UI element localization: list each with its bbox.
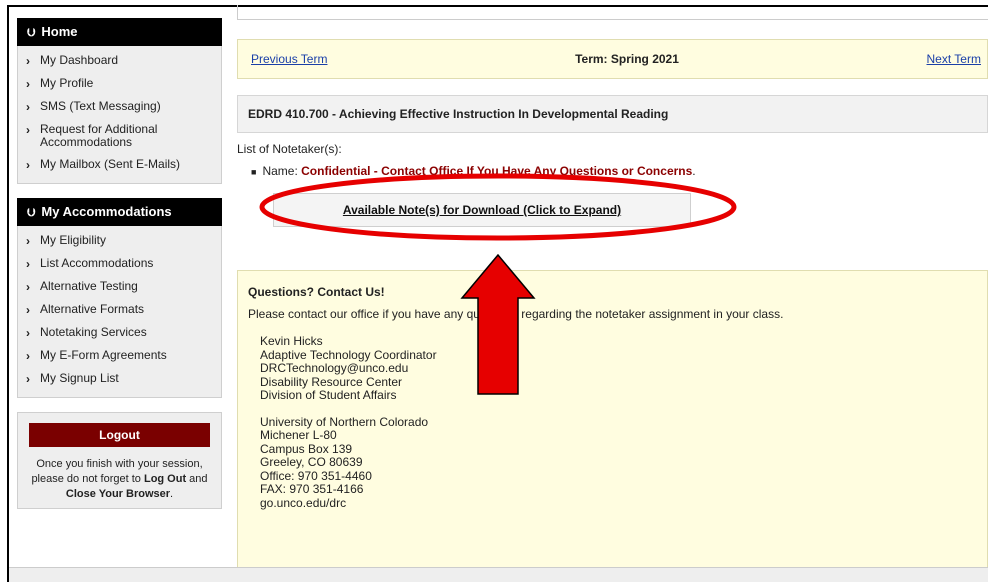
contact-intro: Please contact our office if you have an… bbox=[248, 307, 784, 321]
sidebar-item-label: Alternative Formats bbox=[40, 302, 145, 316]
home-section-list: › My Dashboard › My Profile › SMS (Text Mes… bbox=[17, 46, 222, 184]
sidebar-item-label: Request for Additional Accommodations bbox=[40, 122, 158, 149]
sidebar-item-my-profile[interactable]: › My Profile bbox=[18, 73, 221, 96]
sidebar-item-label: My Profile bbox=[40, 76, 94, 90]
sidebar-item-label: My Mailbox (Sent E-Mails) bbox=[40, 157, 181, 171]
logout-text-bold: Log Out bbox=[143, 473, 187, 485]
contact-fax: FAX: 970 351-4166 bbox=[260, 482, 364, 496]
contact-role: Adaptive Technology Coordinator bbox=[260, 347, 437, 362]
chevron-right-icon: › bbox=[26, 349, 30, 363]
previous-term-link[interactable]: Previous Term bbox=[251, 52, 327, 66]
notetaker-name-value: Confidential - Contact Office If You Hav… bbox=[301, 164, 693, 178]
chevron-right-icon: › bbox=[26, 158, 30, 172]
contact-campus-box: Campus Box 139 bbox=[260, 441, 353, 456]
double-chevron-down-icon: ⮋ bbox=[27, 207, 36, 219]
home-header-label: Home bbox=[41, 24, 78, 39]
available-notes-download-button[interactable]: Available Note(s) for Download (Click to… bbox=[273, 193, 691, 227]
chevron-right-icon: › bbox=[26, 234, 30, 248]
course-title-bar: EDRD 410.700 - Achieving Effective Instr… bbox=[237, 95, 988, 133]
chevron-right-icon: › bbox=[26, 257, 30, 271]
chevron-right-icon: › bbox=[26, 303, 30, 317]
contact-phone: Office: 970 351-4460 bbox=[260, 468, 372, 483]
sidebar-item-request-accommodations[interactable]: › Request for Additional Accommodations bbox=[18, 119, 221, 154]
sidebar-item-label: My Eligibility bbox=[40, 233, 107, 247]
top-divider bbox=[237, 5, 988, 20]
term-title: Term: Spring 2021 bbox=[575, 52, 679, 66]
chevron-right-icon: › bbox=[26, 54, 30, 68]
notetaker-list-label: List of Notetaker(s): bbox=[237, 142, 342, 156]
contact-city: Greeley, CO 80639 bbox=[260, 455, 363, 469]
sidebar-item-label: Alternative Testing bbox=[40, 279, 138, 293]
logout-reminder-text: Once you finish with your session, pleas… bbox=[29, 447, 210, 508]
bullet-icon: ■ bbox=[251, 167, 257, 177]
contact-university: University of Northern Colorado bbox=[260, 414, 429, 429]
logout-text-part: and bbox=[186, 473, 208, 485]
contact-address: Kevin Hicks Adaptive Technology Coordina… bbox=[260, 334, 977, 511]
chevron-right-icon: › bbox=[26, 123, 30, 137]
sidebar-item-my-signup-list[interactable]: › My Signup List bbox=[18, 368, 221, 391]
chevron-right-icon: › bbox=[26, 77, 30, 91]
course-title: EDRD 410.700 - Achieving Effective Instr… bbox=[248, 107, 669, 121]
logout-text-part: . bbox=[170, 488, 174, 500]
sidebar-item-label: My Signup List bbox=[40, 371, 119, 385]
sidebar-item-alternative-testing[interactable]: › Alternative Testing bbox=[18, 276, 221, 299]
chevron-right-icon: › bbox=[26, 326, 30, 340]
notetaker-name-suffix: . bbox=[692, 164, 696, 178]
logout-text-bold: Close Your Browser bbox=[65, 488, 171, 500]
sidebar-item-alternative-formats[interactable]: › Alternative Formats bbox=[18, 299, 221, 322]
accommodations-header-label: My Accommodations bbox=[41, 204, 172, 219]
logout-button[interactable]: Logout bbox=[29, 423, 210, 447]
sidebar: ⮋ Home › My Dashboard › My Profile › SMS (Te… bbox=[17, 18, 222, 509]
next-term-link[interactable]: Next Term bbox=[927, 52, 981, 66]
accommodations-section-list: › My Eligibility › List Accommodations › Al… bbox=[17, 226, 222, 398]
sidebar-item-sms[interactable]: › SMS (Text Messaging) bbox=[18, 96, 221, 119]
term-navigation-bar: Previous Term Term: Spring 2021 Next Ter… bbox=[237, 39, 988, 79]
sidebar-item-notetaking-services[interactable]: › Notetaking Services bbox=[18, 322, 221, 345]
sidebar-item-label: My E-Form Agreements bbox=[40, 348, 167, 362]
home-section-header[interactable]: ⮋ Home bbox=[17, 18, 222, 46]
sidebar-item-my-mailbox[interactable]: › My Mailbox (Sent E-Mails) bbox=[18, 154, 221, 177]
contact-department: Disability Resource Center bbox=[260, 374, 403, 389]
sidebar-item-label: Notetaking Services bbox=[40, 325, 147, 339]
notetaker-entry: ■ Name: Confidential - Contact Office If … bbox=[251, 164, 988, 178]
contact-division: Division of Student Affairs bbox=[260, 388, 397, 402]
double-chevron-down-icon: ⮋ bbox=[27, 27, 36, 39]
sidebar-item-eform-agreements[interactable]: › My E-Form Agreements bbox=[18, 345, 221, 368]
contact-panel: Questions? Contact Us! Please contact ou… bbox=[237, 270, 988, 582]
contact-name: Kevin Hicks bbox=[260, 334, 323, 348]
sidebar-item-my-eligibility[interactable]: › My Eligibility bbox=[18, 230, 221, 253]
chevron-right-icon: › bbox=[26, 280, 30, 294]
sidebar-item-list-accommodations[interactable]: › List Accommodations bbox=[18, 253, 221, 276]
notetaker-name-prefix: Name: bbox=[262, 164, 302, 178]
chevron-right-icon: › bbox=[26, 100, 30, 114]
accommodations-section-header[interactable]: ⮋ My Accommodations bbox=[17, 198, 222, 226]
chevron-right-icon: › bbox=[26, 372, 30, 386]
contact-building: Michener L-80 bbox=[260, 428, 337, 442]
contact-heading: Questions? Contact Us! bbox=[248, 285, 385, 299]
sidebar-item-label: My Dashboard bbox=[40, 53, 119, 67]
logout-panel: Logout Once you finish with your session… bbox=[17, 412, 222, 509]
sidebar-item-label: List Accommodations bbox=[40, 256, 154, 270]
bottom-scroll-strip bbox=[9, 567, 988, 582]
contact-website[interactable]: go.unco.edu/drc bbox=[260, 496, 977, 511]
sidebar-item-label: SMS (Text Messaging) bbox=[40, 99, 161, 113]
notetaker-list: List of Notetaker(s): ■ Name: Confidentia… bbox=[237, 142, 988, 178]
contact-email[interactable]: DRCTechnology@unco.edu bbox=[260, 361, 977, 376]
sidebar-item-my-dashboard[interactable]: › My Dashboard bbox=[18, 50, 221, 73]
